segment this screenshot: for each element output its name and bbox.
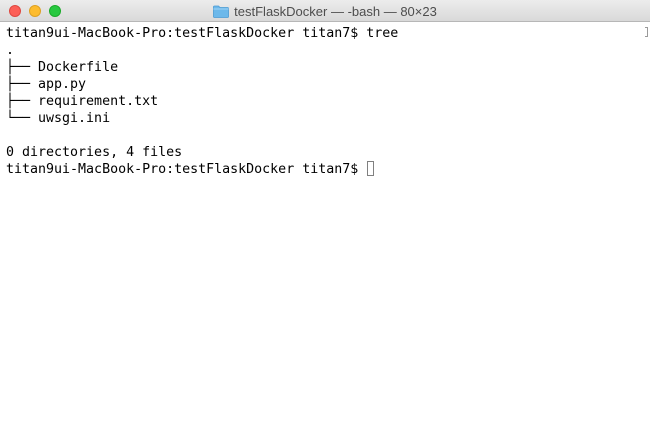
prompt-line[interactable]: titan9ui-MacBook-Pro:testFlaskDocker tit… bbox=[6, 161, 642, 178]
output-line: 0 directories, 4 files bbox=[6, 145, 183, 160]
output-line: ├── Dockerfile bbox=[6, 60, 119, 75]
output-line: ├── app.py bbox=[6, 77, 87, 92]
output-line: ├── requirement.txt bbox=[6, 94, 159, 109]
folder-icon bbox=[213, 5, 230, 18]
output-line: └── uwsgi.ini bbox=[6, 111, 111, 126]
output-line: . bbox=[6, 43, 15, 58]
command-line: titan9ui-MacBook-Pro:testFlaskDocker tit… bbox=[6, 26, 399, 41]
title-bar[interactable]: testFlaskDocker — -bash — 80×23 bbox=[0, 0, 650, 22]
terminal-output[interactable]: titan9ui-MacBook-Pro:testFlaskDocker tit… bbox=[6, 25, 642, 178]
window-title-group: testFlaskDocker — -bash — 80×23 bbox=[0, 0, 650, 22]
window-title: testFlaskDocker — -bash — 80×23 bbox=[234, 3, 437, 19]
scroll-position-marker bbox=[645, 27, 648, 37]
text-cursor bbox=[367, 161, 375, 176]
terminal-window: testFlaskDocker — -bash — 80×23 titan9ui… bbox=[0, 0, 650, 421]
shell-prompt: titan9ui-MacBook-Pro:testFlaskDocker tit… bbox=[6, 162, 367, 177]
